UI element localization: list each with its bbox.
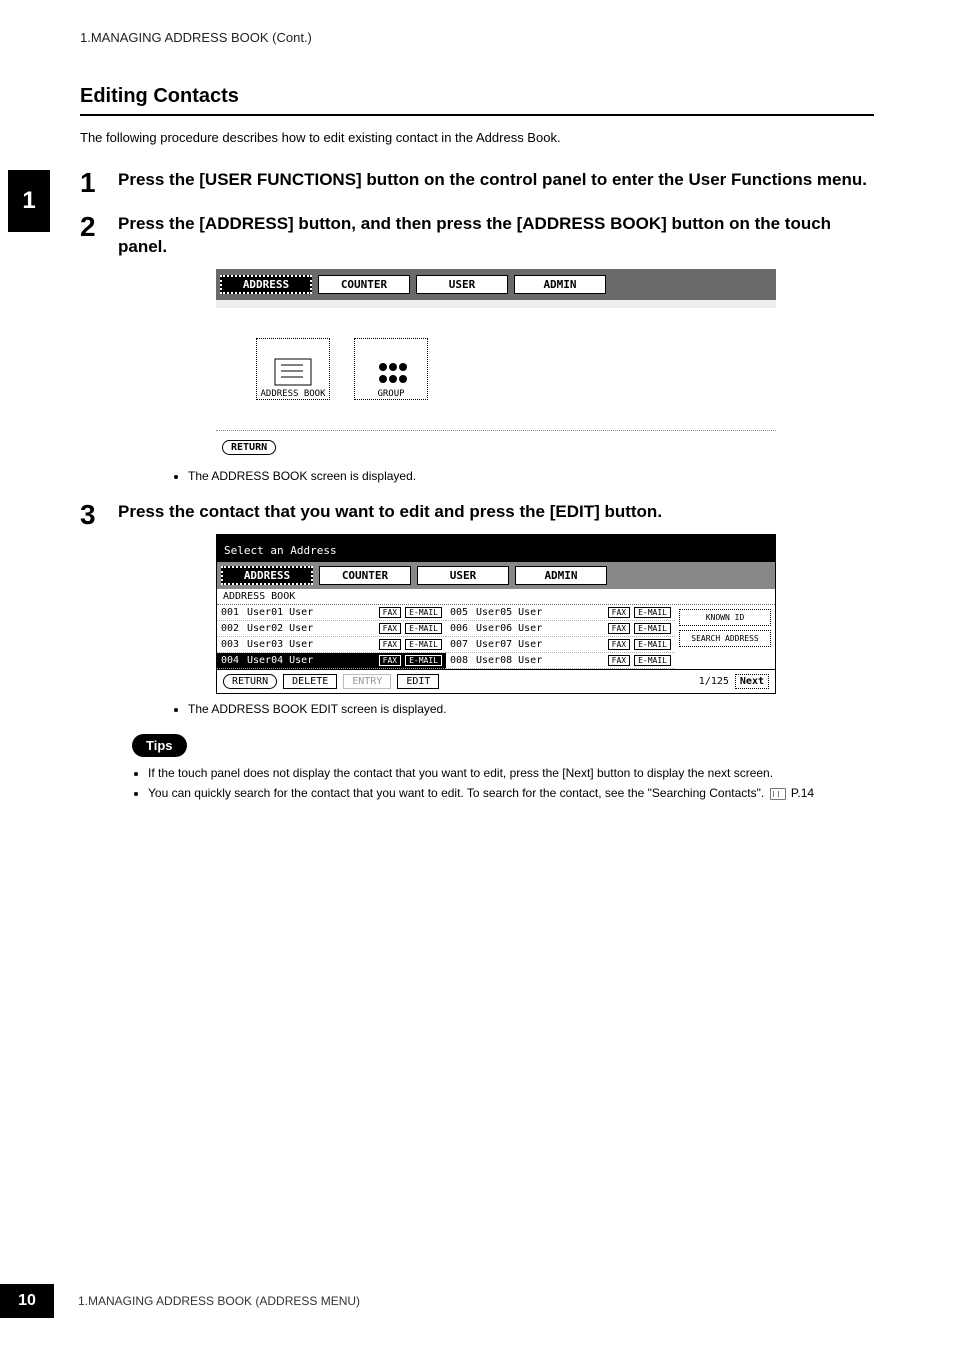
email-tag: E-MAIL [634, 607, 671, 618]
address-row[interactable]: 002 User02 User FAX E-MAIL [217, 621, 446, 637]
step-note: The ADDRESS BOOK EDIT screen is displaye… [188, 702, 874, 716]
row-name: User03 User [247, 639, 375, 650]
group-button[interactable]: GROUP [354, 338, 428, 400]
tips-item: You can quickly search for the contact t… [148, 785, 874, 801]
book-reference-icon [770, 788, 786, 800]
known-id-button[interactable]: KNOWN ID [679, 609, 771, 626]
email-tag: E-MAIL [405, 623, 442, 634]
tips-badge: Tips [132, 734, 187, 757]
fax-tag: FAX [608, 623, 630, 634]
delete-button[interactable]: DELETE [283, 674, 337, 689]
step-1: 1 Press the [USER FUNCTIONS] button on t… [80, 169, 874, 197]
footer-text: 1.MANAGING ADDRESS BOOK (ADDRESS MENU) [78, 1294, 360, 1308]
tab-address[interactable]: ADDRESS [220, 275, 312, 294]
email-tag: E-MAIL [405, 639, 442, 650]
address-book-icon [273, 357, 313, 387]
step-note: The ADDRESS BOOK screen is displayed. [188, 469, 874, 483]
screenshot-address-list: Select an Address ADDRESS COUNTER USER A… [216, 534, 776, 694]
row-name: User07 User [476, 639, 604, 650]
email-tag: E-MAIL [634, 639, 671, 650]
email-tag: E-MAIL [405, 655, 442, 666]
row-num: 002 [221, 623, 243, 634]
row-num: 008 [450, 655, 472, 666]
tab-counter[interactable]: COUNTER [318, 275, 410, 294]
fax-tag: FAX [379, 607, 401, 618]
row-num: 005 [450, 607, 472, 618]
row-name: User06 User [476, 623, 604, 634]
row-name: User04 User [247, 655, 375, 666]
screenshot-address-menu: ADDRESS COUNTER USER ADMIN ADDRESS BOOK … [216, 269, 776, 461]
fax-tag: FAX [379, 623, 401, 634]
section-intro: The following procedure describes how to… [80, 130, 874, 145]
email-tag: E-MAIL [634, 623, 671, 634]
step-text: Press the [ADDRESS] button, and then pre… [118, 213, 874, 259]
group-label: GROUP [377, 389, 404, 399]
address-book-label: ADDRESS BOOK [260, 389, 325, 399]
row-num: 003 [221, 639, 243, 650]
tab-user[interactable]: USER [417, 566, 509, 585]
row-name: User01 User [247, 607, 375, 618]
row-num: 004 [221, 655, 243, 666]
pager-label: 1/125 [699, 676, 729, 687]
step-2: 2 Press the [ADDRESS] button, and then p… [80, 213, 874, 485]
group-icon [371, 357, 411, 387]
tips-item: If the touch panel does not display the … [148, 765, 874, 781]
step-text: Press the contact that you want to edit … [118, 501, 874, 524]
entry-button[interactable]: ENTRY [343, 674, 391, 689]
address-row[interactable]: 007 User07 User FAX E-MAIL [446, 637, 675, 653]
row-name: User05 User [476, 607, 604, 618]
tips-item-text: You can quickly search for the contact t… [148, 786, 764, 800]
page-reference: P.14 [791, 786, 814, 800]
tab-address[interactable]: ADDRESS [221, 566, 313, 585]
return-button[interactable]: RETURN [223, 674, 277, 689]
tab-user[interactable]: USER [416, 275, 508, 294]
address-row[interactable]: 005 User05 User FAX E-MAIL [446, 605, 675, 621]
address-row[interactable]: 001 User01 User FAX E-MAIL [217, 605, 446, 621]
fax-tag: FAX [608, 607, 630, 618]
row-name: User08 User [476, 655, 604, 666]
screen-prompt: Select an Address [216, 534, 776, 561]
row-num: 007 [450, 639, 472, 650]
step-number: 3 [80, 501, 118, 529]
email-tag: E-MAIL [634, 655, 671, 666]
step-3: 3 Press the contact that you want to edi… [80, 501, 874, 805]
screen-subtitle: ADDRESS BOOK [217, 589, 775, 605]
tab-admin[interactable]: ADMIN [514, 275, 606, 294]
address-row[interactable]: 008 User08 User FAX E-MAIL [446, 653, 675, 669]
address-row[interactable]: 003 User03 User FAX E-MAIL [217, 637, 446, 653]
tab-admin[interactable]: ADMIN [515, 566, 607, 585]
address-book-button[interactable]: ADDRESS BOOK [256, 338, 330, 400]
fax-tag: FAX [608, 655, 630, 666]
step-number: 2 [80, 213, 118, 241]
fax-tag: FAX [379, 639, 401, 650]
section-title: Editing Contacts [80, 85, 874, 116]
fax-tag: FAX [379, 655, 401, 666]
page-footer: 10 1.MANAGING ADDRESS BOOK (ADDRESS MENU… [0, 1284, 360, 1318]
row-num: 006 [450, 623, 472, 634]
fax-tag: FAX [608, 639, 630, 650]
step-text: Press the [USER FUNCTIONS] button on the… [118, 169, 874, 192]
tab-counter[interactable]: COUNTER [319, 566, 411, 585]
next-button[interactable]: Next [735, 674, 769, 689]
address-row[interactable]: 006 User06 User FAX E-MAIL [446, 621, 675, 637]
page-number: 10 [0, 1284, 54, 1318]
address-row-selected[interactable]: 004 User04 User FAX E-MAIL [217, 653, 446, 669]
running-header: 1.MANAGING ADDRESS BOOK (Cont.) [80, 30, 874, 45]
edit-button[interactable]: EDIT [397, 674, 439, 689]
tips-list: If the touch panel does not display the … [118, 765, 874, 801]
search-address-button[interactable]: SEARCH ADDRESS [679, 630, 771, 647]
row-name: User02 User [247, 623, 375, 634]
email-tag: E-MAIL [405, 607, 442, 618]
step-number: 1 [80, 169, 118, 197]
chapter-tab: 1 [8, 170, 50, 232]
row-num: 001 [221, 607, 243, 618]
return-button[interactable]: RETURN [222, 440, 276, 455]
